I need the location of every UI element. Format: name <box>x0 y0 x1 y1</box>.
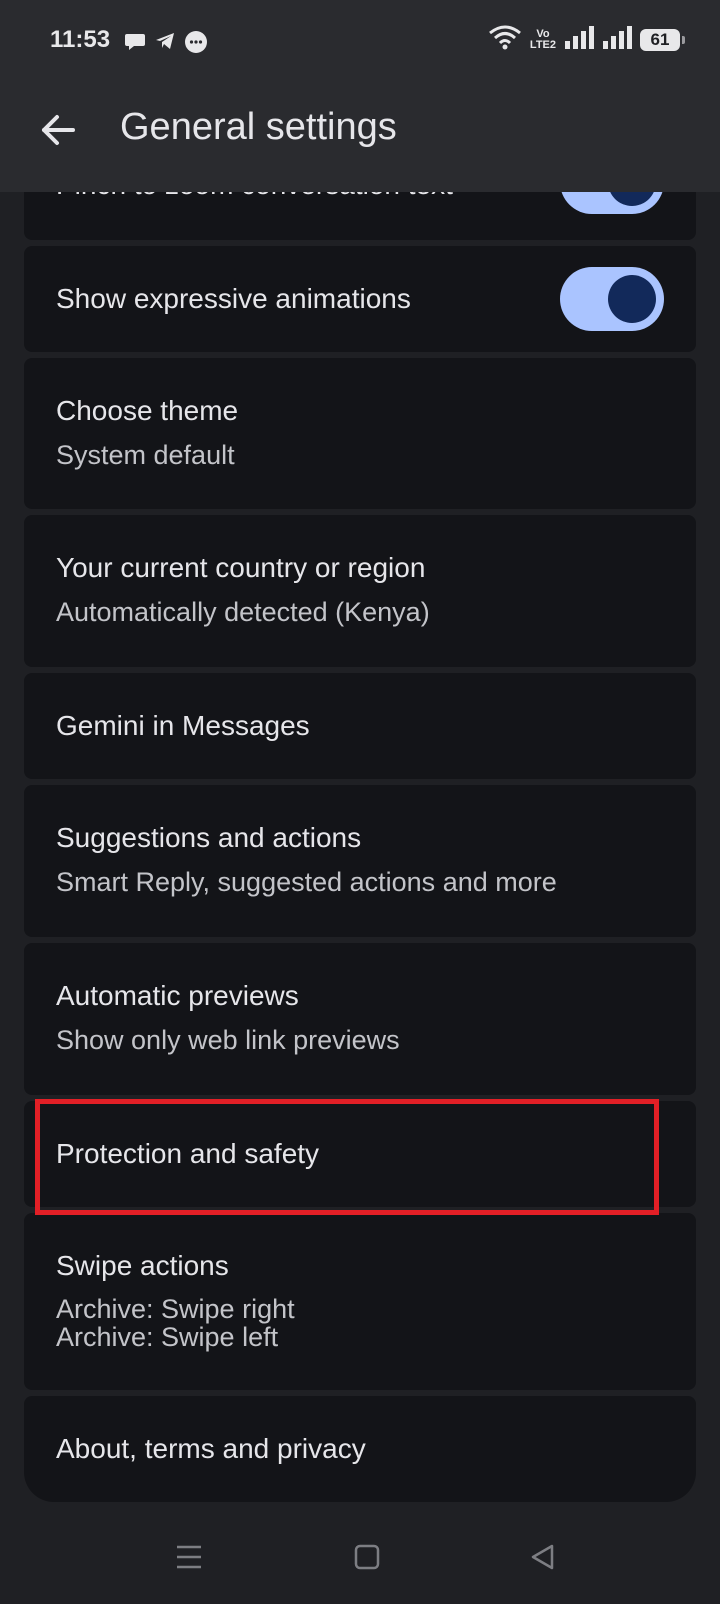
settings-list: Pinch to zoom conversation text Show exp… <box>24 150 696 1508</box>
signal-1-icon <box>564 25 594 54</box>
triangle-back-icon <box>531 1544 554 1570</box>
recents-button[interactable] <box>164 1532 214 1582</box>
setting-subtitle: Automatically detected (Kenya) <box>56 597 430 627</box>
volte-indicator: Vo LTE2 <box>529 27 556 51</box>
navigation-bar <box>0 1510 720 1604</box>
setting-subtitle: Archive: Swipe left <box>56 1322 279 1352</box>
setting-subtitle: System default <box>56 440 235 470</box>
page-title: General settings <box>120 106 397 148</box>
toggle-thumb <box>608 275 656 323</box>
setting-title: Choose theme <box>56 395 239 426</box>
app-bar: General settings <box>0 80 720 192</box>
messages-icon <box>184 30 208 59</box>
setting-about-terms[interactable]: About, terms and privacy <box>24 1396 696 1502</box>
telegram-icon <box>154 30 176 59</box>
battery-icon: 61 <box>640 28 685 51</box>
setting-protection-safety[interactable]: Protection and safety <box>24 1101 696 1207</box>
setting-suggestions-actions[interactable]: Suggestions and actions Smart Reply, sug… <box>24 785 696 937</box>
setting-title: Automatic previews <box>56 980 299 1011</box>
setting-title: Gemini in Messages <box>56 710 310 741</box>
setting-country-region[interactable]: Your current country or region Automatic… <box>24 515 696 667</box>
setting-subtitle: Archive: Swipe right <box>56 1294 295 1324</box>
setting-swipe-actions[interactable]: Swipe actions Archive: Swipe right Archi… <box>24 1213 696 1390</box>
expressive-animations-toggle[interactable] <box>560 267 664 331</box>
signal-2-icon <box>602 25 632 54</box>
chat-bubble-icon <box>124 30 146 59</box>
setting-title: Suggestions and actions <box>56 822 362 853</box>
screen: 11:53 Vo LTE2 61 Show expressive animati… <box>0 0 720 1604</box>
square-icon <box>354 1544 380 1570</box>
setting-choose-theme[interactable]: Choose theme System default <box>24 358 696 509</box>
setting-title: Your current country or region <box>56 552 426 583</box>
menu-icon <box>177 1545 201 1569</box>
arrow-left-icon <box>42 115 75 145</box>
nav-back-button[interactable] <box>518 1532 568 1582</box>
setting-title: Show expressive animations <box>56 283 411 314</box>
status-time: 11:53 <box>50 26 111 53</box>
system-icons: Vo LTE2 61 <box>488 24 685 55</box>
home-button[interactable] <box>342 1532 392 1582</box>
setting-automatic-previews[interactable]: Automatic previews Show only web link pr… <box>24 943 696 1095</box>
setting-subtitle: Show only web link previews <box>56 1025 400 1055</box>
setting-title: About, terms and privacy <box>56 1433 366 1464</box>
setting-gemini[interactable]: Gemini in Messages <box>24 673 696 779</box>
setting-title: Protection and safety <box>56 1138 320 1169</box>
back-button[interactable] <box>30 102 86 158</box>
setting-subtitle: Smart Reply, suggested actions and more <box>56 867 557 897</box>
wifi-icon <box>488 24 522 55</box>
setting-expressive-animations[interactable]: Show expressive animations <box>24 246 696 352</box>
status-bar: 11:53 Vo LTE2 61 <box>0 0 720 80</box>
setting-title: Swipe actions <box>56 1250 229 1281</box>
notification-icons <box>124 30 208 59</box>
